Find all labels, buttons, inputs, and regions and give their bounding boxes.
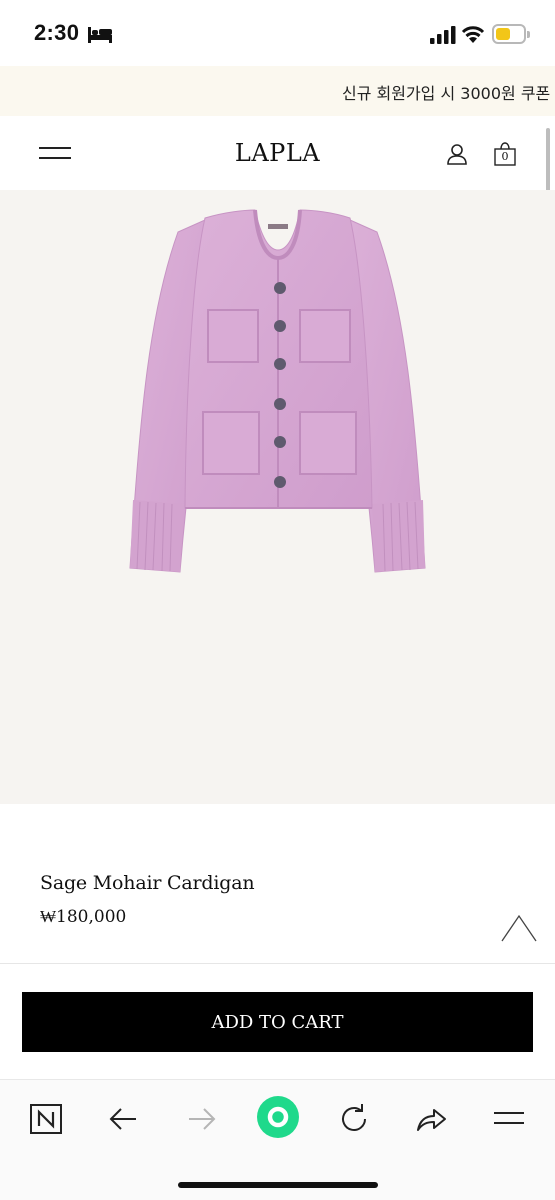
cellular-signal-icon bbox=[430, 26, 456, 44]
product-image[interactable] bbox=[0, 190, 555, 804]
promo-banner[interactable]: 신규 회원가입 시 3000원 쿠폰 증정 bbox=[0, 66, 555, 116]
naver-icon[interactable] bbox=[26, 1099, 66, 1139]
add-to-cart-button[interactable]: ADD TO CART bbox=[22, 992, 533, 1052]
bed-icon bbox=[88, 27, 112, 43]
brand-logo[interactable]: LAPLA bbox=[0, 139, 555, 167]
cart-count: 0 bbox=[501, 150, 509, 163]
product-name: Sage Mohair Cardigan bbox=[40, 872, 255, 894]
forward-arrow-icon[interactable] bbox=[181, 1099, 221, 1139]
shopping-bag-icon[interactable]: 0 bbox=[493, 142, 517, 166]
divider bbox=[0, 963, 555, 964]
battery-icon bbox=[492, 24, 530, 44]
share-icon[interactable] bbox=[411, 1099, 451, 1139]
status-time: 2:30 bbox=[34, 20, 80, 45]
chevron-up-icon[interactable] bbox=[501, 914, 537, 942]
user-account-icon[interactable] bbox=[446, 143, 468, 165]
home-circle-icon[interactable] bbox=[256, 1095, 300, 1139]
back-arrow-icon[interactable] bbox=[104, 1099, 144, 1139]
wifi-icon bbox=[461, 26, 485, 43]
home-indicator[interactable] bbox=[178, 1182, 378, 1188]
status-bar: 2:30 bbox=[0, 0, 555, 66]
site-header: LAPLA 0 bbox=[0, 116, 555, 190]
menu-icon[interactable] bbox=[489, 1099, 529, 1139]
cardigan-image bbox=[129, 209, 426, 573]
reload-icon[interactable] bbox=[334, 1099, 374, 1139]
product-price: ₩180,000 bbox=[40, 907, 127, 927]
promo-text: 신규 회원가입 시 3000원 쿠폰 증정 bbox=[342, 84, 555, 103]
